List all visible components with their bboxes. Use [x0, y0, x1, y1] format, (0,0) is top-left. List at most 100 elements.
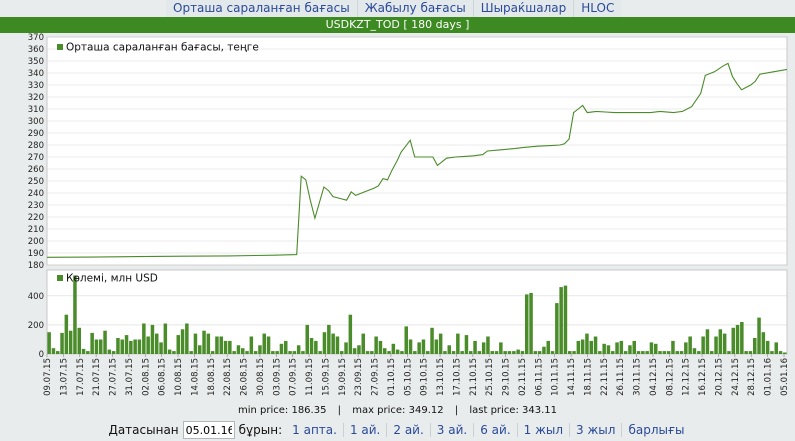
volume-bar — [481, 342, 486, 354]
volume-bar — [563, 285, 568, 354]
tab-average-price[interactable]: Орташа сараланған бағасы — [166, 0, 358, 17]
volume-bar — [692, 348, 697, 354]
period-1-month[interactable]: 1 ай. — [344, 423, 388, 437]
x-tick-label: 16.12.15 — [698, 358, 708, 396]
volume-bar — [770, 351, 774, 354]
volume-bar — [344, 342, 348, 354]
volume-bar — [288, 351, 292, 354]
tab-hloc[interactable]: HLOC — [574, 0, 621, 17]
volume-bar — [391, 343, 396, 354]
volume-bar — [335, 336, 340, 354]
volume-bar — [357, 345, 361, 354]
volume-bar — [309, 338, 314, 354]
volume-bar — [275, 351, 279, 354]
volume-bar — [516, 349, 520, 354]
tab-close-price[interactable]: Жабылу бағасы — [358, 0, 474, 17]
x-tick-label: 08.12.15 — [665, 358, 675, 396]
volume-bar — [585, 333, 589, 354]
volume-bar — [284, 340, 288, 354]
x-tick-label: 05.01.16 — [780, 358, 790, 396]
volume-bar — [598, 351, 602, 354]
x-tick-label: 27.07.15 — [109, 358, 119, 396]
period-3-months[interactable]: 3 ай. — [431, 423, 475, 437]
x-tick-label: 12.12.15 — [682, 358, 692, 396]
volume-bar — [86, 351, 90, 354]
x-tick-label: 06.08.15 — [158, 358, 168, 396]
price-tick-label: 280 — [28, 141, 44, 151]
period-all[interactable]: барлығы — [622, 423, 690, 437]
x-tick-label: 26.08.15 — [240, 358, 250, 396]
x-tick-label: 01.10.15 — [387, 358, 397, 396]
volume-bar — [271, 351, 275, 354]
volume-bar — [137, 339, 142, 354]
volume-bar — [387, 351, 391, 354]
chart-title: USDKZT_TOD [ 180 days ] — [0, 17, 795, 33]
x-tick-label: 01.01.16 — [764, 358, 774, 396]
x-tick-label: 30.11.15 — [633, 358, 643, 396]
price-legend-swatch — [57, 44, 63, 50]
volume-bar — [47, 332, 51, 354]
price-tick-label: 220 — [28, 213, 44, 223]
volume-bar — [697, 351, 701, 354]
from-date-label: Датасынан — [108, 423, 179, 437]
volume-bar — [589, 340, 593, 354]
volume-bar — [512, 351, 516, 354]
volume-bar — [765, 340, 770, 354]
volume-bar — [167, 349, 172, 354]
volume-bar — [658, 351, 662, 354]
volume-bar — [266, 336, 271, 354]
x-tick-label: 11.09.15 — [305, 358, 315, 396]
x-tick-label: 27.09.15 — [371, 358, 381, 396]
volume-legend-label: Көлемі, млн USD — [66, 273, 158, 285]
x-tick-label: 14.08.15 — [190, 358, 200, 396]
volume-bar — [81, 348, 86, 354]
x-tick-label: 10.08.15 — [174, 358, 184, 396]
volume-bar — [722, 333, 727, 354]
period-controls: Датасынан бұрын: 1 апта. 1 ай. 2 ай. 3 а… — [0, 419, 795, 441]
volume-bar — [744, 351, 748, 354]
period-2-months[interactable]: 2 ай. — [387, 423, 431, 437]
volume-bar — [537, 351, 542, 354]
x-tick-label: 21.07.15 — [92, 358, 102, 396]
volume-bar — [374, 336, 378, 354]
volume-bar — [103, 330, 107, 354]
volume-bar — [413, 351, 417, 354]
volume-bar — [757, 317, 761, 354]
volume-bar — [731, 327, 735, 354]
x-tick-label: 06.11.15 — [534, 358, 544, 396]
volume-bar — [159, 342, 163, 354]
volume-bar — [318, 351, 322, 354]
x-tick-label: 03.09.15 — [272, 358, 282, 396]
volume-bar — [155, 333, 159, 354]
price-tick-label: 240 — [28, 189, 44, 199]
tab-candles[interactable]: Шыраќшалар — [474, 0, 575, 17]
volume-bar — [438, 333, 443, 354]
volume-bar — [60, 332, 64, 354]
volume-bar — [555, 303, 559, 354]
x-tick-label: 05.10.15 — [403, 358, 413, 396]
x-tick-label: 13.10.15 — [436, 358, 446, 396]
stats-separator: | — [337, 405, 342, 416]
volume-bar — [292, 351, 297, 354]
volume-bar — [490, 351, 494, 354]
volume-bar — [236, 345, 241, 354]
x-tick-label: 18.11.15 — [584, 358, 594, 396]
date-field[interactable] — [182, 421, 235, 439]
volume-bar — [340, 351, 344, 354]
volume-bar — [718, 329, 723, 354]
period-6-months[interactable]: 6 ай. — [474, 423, 518, 437]
last-price: last price: 343.11 — [469, 405, 558, 416]
volume-bar — [120, 339, 124, 354]
period-1-week[interactable]: 1 апта. — [286, 423, 344, 437]
volume-bar — [550, 351, 555, 354]
volume-bar — [778, 351, 783, 354]
volume-tick-label: 400 — [28, 292, 44, 302]
volume-bar — [611, 351, 615, 354]
volume-tick-label: 200 — [28, 321, 44, 331]
volume-bar — [469, 351, 473, 354]
volume-bar — [434, 339, 439, 354]
volume-bar — [296, 345, 301, 354]
period-1-year[interactable]: 1 жыл — [518, 423, 571, 437]
price-tick-label: 300 — [28, 117, 44, 127]
period-3-years[interactable]: 3 жыл — [570, 423, 623, 437]
